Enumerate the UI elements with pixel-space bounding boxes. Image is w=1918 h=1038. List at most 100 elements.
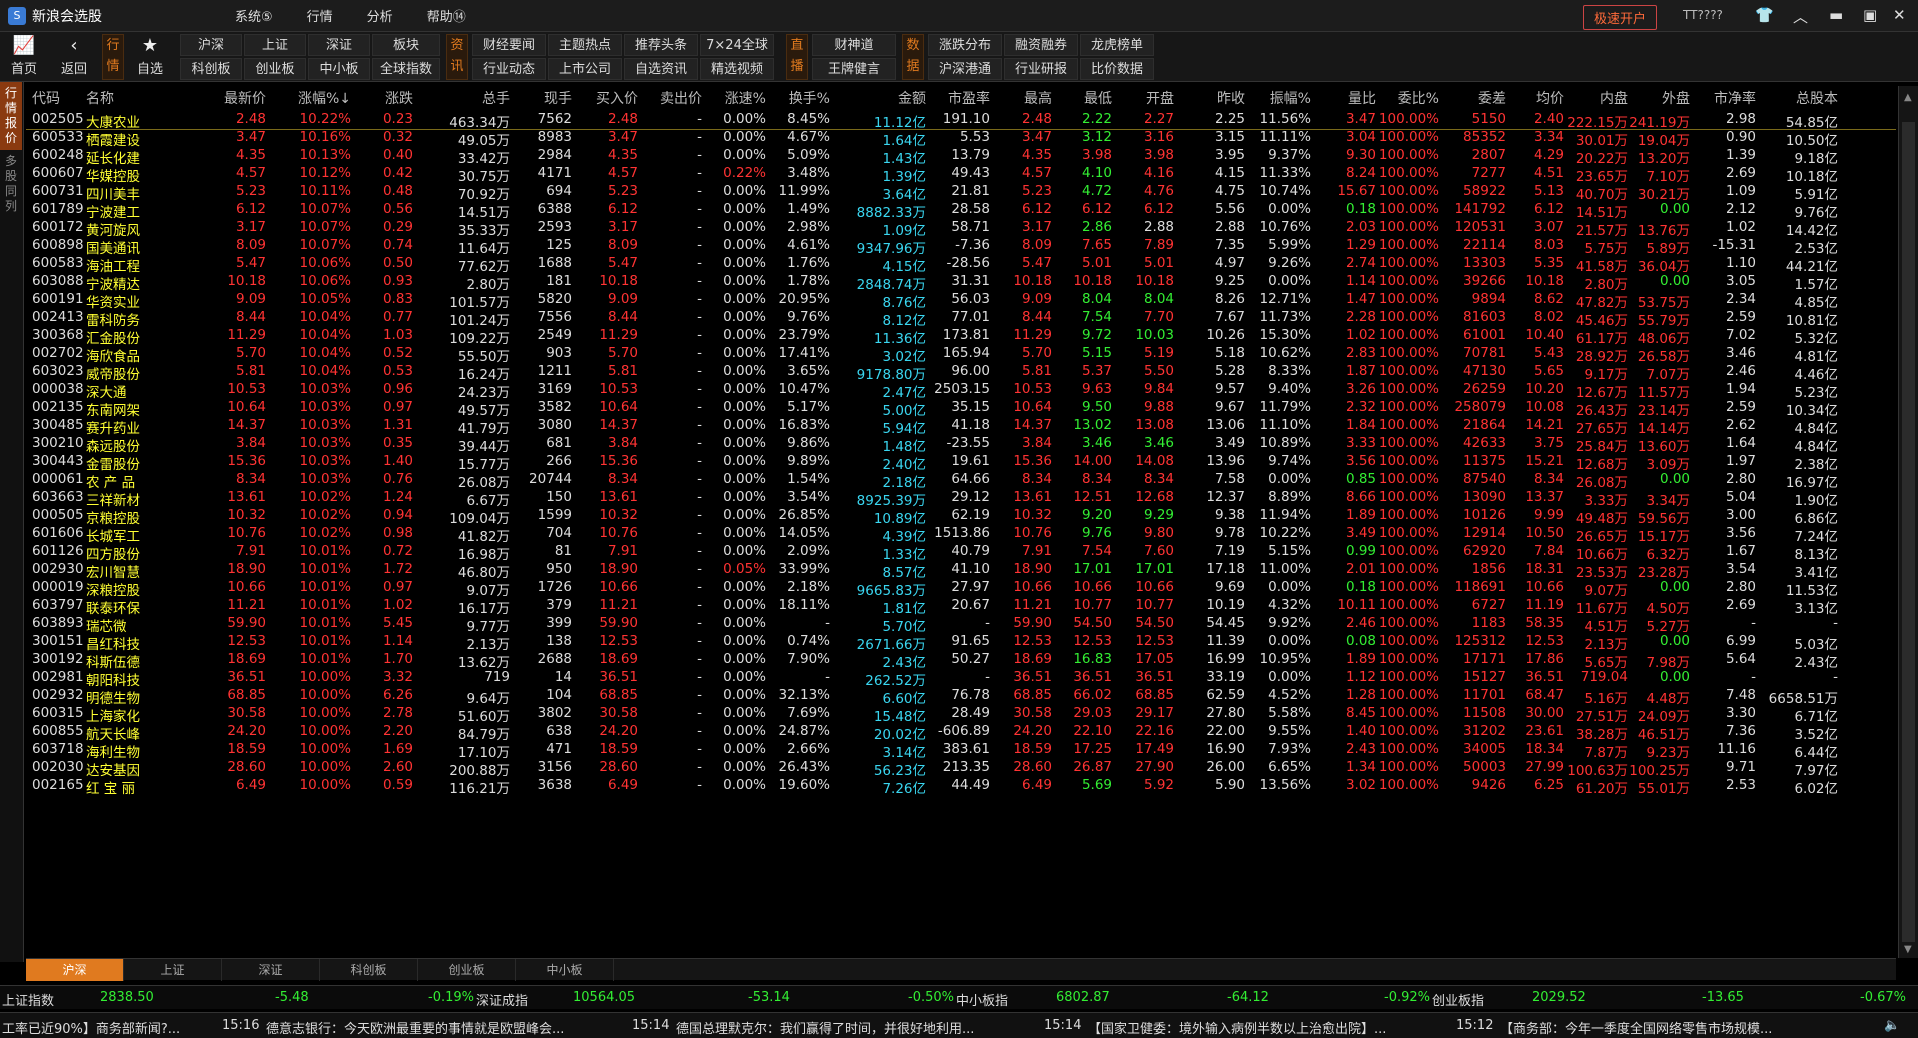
tab-kechuang[interactable]: 科创板 xyxy=(320,959,418,981)
col-header-volume[interactable]: 总手 xyxy=(430,88,510,108)
cell-pe: 165.94 xyxy=(942,345,990,361)
open-account-button[interactable]: 极速开户 xyxy=(1583,5,1658,30)
news-item[interactable]: 德意志银行：今天欧洲最重要的事情就是欧盟峰会... xyxy=(266,1018,564,1037)
cell-turnover: 4.67% xyxy=(787,129,830,145)
btn-finance-news[interactable]: 财经要闻 xyxy=(472,34,546,56)
sidebar-tab-quotes[interactable]: 行情报价 xyxy=(0,82,22,150)
cell-vol-ratio: 0.08 xyxy=(1345,633,1376,649)
collapse-icon[interactable]: ︿ xyxy=(1793,6,1808,27)
col-header-prev-close[interactable]: 昨收 xyxy=(1185,88,1245,108)
btn-watchlist-news[interactable]: 自选资讯 xyxy=(624,58,698,80)
news-item[interactable]: 德国总理默克尔：我们赢得了时间，并很好地利用... xyxy=(676,1018,974,1037)
tab-shangzheng[interactable]: 上证 xyxy=(124,959,222,981)
maximize-icon[interactable]: ▣ xyxy=(1863,6,1877,24)
btn-wangpai[interactable]: 王牌健言 xyxy=(812,58,896,80)
cell-open: 7.70 xyxy=(1143,309,1174,325)
col-header-outer[interactable]: 外盘 xyxy=(1620,88,1690,108)
btn-hushen[interactable]: 沪深 xyxy=(180,34,242,56)
index-name[interactable]: 深证成指 xyxy=(476,990,528,1009)
btn-hot-topics[interactable]: 主题热点 xyxy=(548,34,622,56)
speaker-icon[interactable]: 🔈 xyxy=(1884,1018,1900,1033)
menu-help[interactable]: 帮助⑭ xyxy=(410,6,483,25)
sidebar-tab-multi[interactable]: 多股同列 xyxy=(0,150,22,218)
col-header-vol-ratio[interactable]: 量比 xyxy=(1316,88,1376,108)
col-header-code[interactable]: 代码 xyxy=(32,88,60,108)
col-header-change[interactable]: 涨跌 xyxy=(353,88,413,108)
col-header-avg-price[interactable]: 均价 xyxy=(1504,88,1564,108)
news-item[interactable]: 【国家卫健委：境外输入病例半数以上治愈出院】... xyxy=(1088,1018,1386,1037)
cell-change: 1.31 xyxy=(382,417,413,433)
btn-videos[interactable]: 精选视频 xyxy=(700,58,774,80)
col-header-high[interactable]: 最高 xyxy=(992,88,1052,108)
menu-quote[interactable]: 行情 xyxy=(290,6,350,25)
user-name[interactable]: TT???? xyxy=(1683,8,1723,22)
favorite-button[interactable]: ★ 自选 xyxy=(130,34,170,80)
btn-listed-companies[interactable]: 上市公司 xyxy=(548,58,622,80)
index-name[interactable]: 上证指数 xyxy=(2,990,54,1009)
btn-industry-news[interactable]: 行业动态 xyxy=(472,58,546,80)
home-button[interactable]: 📈 首页 xyxy=(4,34,44,80)
tab-hushen[interactable]: 沪深 xyxy=(26,959,124,981)
back-button[interactable]: ‹ 返回 xyxy=(54,34,94,80)
col-header-amplitude[interactable]: 振幅% xyxy=(1251,88,1311,108)
btn-kechuang[interactable]: 科创板 xyxy=(180,58,242,80)
btn-research[interactable]: 行业研报 xyxy=(1004,58,1078,80)
cell-speed: 0.00% xyxy=(723,507,766,523)
news-item[interactable]: 【商务部：今年一季度全国网络零售市场规模... xyxy=(1500,1018,1772,1037)
scrollbar[interactable]: ▲ ▼ xyxy=(1898,86,1918,958)
menu-analysis[interactable]: 分析 xyxy=(350,6,410,25)
btn-caishendao[interactable]: 财神道 xyxy=(812,34,896,56)
minimize-icon[interactable]: ▬ xyxy=(1829,6,1843,24)
cell-prev-close: 27.80 xyxy=(1206,705,1245,721)
btn-margin[interactable]: 融资融券 xyxy=(1004,34,1078,56)
close-icon[interactable]: ✕ xyxy=(1893,6,1906,24)
btn-7x24[interactable]: 7×24全球 xyxy=(700,34,774,56)
index-name[interactable]: 创业板指 xyxy=(1432,990,1484,1009)
scroll-down-icon[interactable]: ▼ xyxy=(1904,944,1912,955)
btn-shangzheng[interactable]: 上证 xyxy=(244,34,306,56)
skin-icon[interactable]: 👕 xyxy=(1755,6,1774,24)
btn-headlines[interactable]: 推荐头条 xyxy=(624,34,698,56)
cell-cur-vol: 125 xyxy=(546,237,572,253)
tab-zhongxiao[interactable]: 中小板 xyxy=(516,959,614,981)
col-header-cur-vol[interactable]: 现手 xyxy=(512,88,572,108)
col-header-name[interactable]: 名称 xyxy=(86,88,114,108)
col-header-pb[interactable]: 市净率 xyxy=(1696,88,1756,108)
news-item[interactable]: 工率已近90%】商务部新闻?... xyxy=(2,1018,180,1037)
col-header-ask[interactable]: 卖出价 xyxy=(642,88,702,108)
col-header-price[interactable]: 最新价 xyxy=(186,88,266,108)
tab-shenzheng[interactable]: 深证 xyxy=(222,959,320,981)
btn-zhongxiao[interactable]: 中小板 xyxy=(308,58,370,80)
col-header-speed[interactable]: 涨速% xyxy=(706,88,766,108)
btn-updown-dist[interactable]: 涨跌分布 xyxy=(928,34,1002,56)
col-header-bid[interactable]: 买入价 xyxy=(578,88,638,108)
tab-chuangye[interactable]: 创业板 xyxy=(418,959,516,981)
cell-change: 1.14 xyxy=(382,633,413,649)
scroll-up-icon[interactable]: ▲ xyxy=(1904,92,1912,103)
col-header-low[interactable]: 最低 xyxy=(1052,88,1112,108)
btn-dragon-tiger[interactable]: 龙虎榜单 xyxy=(1080,34,1154,56)
btn-chuangye[interactable]: 创业板 xyxy=(244,58,306,80)
col-header-inner[interactable]: 内盘 xyxy=(1558,88,1628,108)
cell-cur-vol: 3638 xyxy=(537,777,572,793)
cell-price: 10.76 xyxy=(227,525,266,541)
scroll-thumb[interactable] xyxy=(1902,122,1915,942)
btn-price-compare[interactable]: 比价数据 xyxy=(1080,58,1154,80)
col-header-total-shares[interactable]: 总股本 xyxy=(1758,88,1838,108)
col-header-order-ratio[interactable]: 委比% xyxy=(1369,88,1439,108)
btn-shenzheng[interactable]: 深证 xyxy=(308,34,370,56)
btn-hk-connect[interactable]: 沪深港通 xyxy=(928,58,1002,80)
menu-system[interactable]: 系统⑤ xyxy=(218,6,290,25)
col-header-pct[interactable]: 涨幅%↓ xyxy=(281,88,351,108)
col-header-order-diff[interactable]: 委差 xyxy=(1436,88,1506,108)
col-header-turnover[interactable]: 换手% xyxy=(770,88,830,108)
table-row[interactable]: 002165 红 宝 丽 6.49 10.00% 0.59 116.21万 3638 6.49… xyxy=(26,774,1896,797)
btn-bankuai[interactable]: 板块 xyxy=(372,34,440,56)
cell-cur-vol: 138 xyxy=(546,633,572,649)
col-header-open[interactable]: 开盘 xyxy=(1114,88,1174,108)
btn-global-index[interactable]: 全球指数 xyxy=(372,58,440,80)
cell-amplitude: 11.00% xyxy=(1259,561,1311,577)
col-header-pe[interactable]: 市盈率 xyxy=(920,88,990,108)
col-header-amount[interactable]: 金额 xyxy=(836,88,926,108)
index-name[interactable]: 中小板指 xyxy=(956,990,1008,1009)
